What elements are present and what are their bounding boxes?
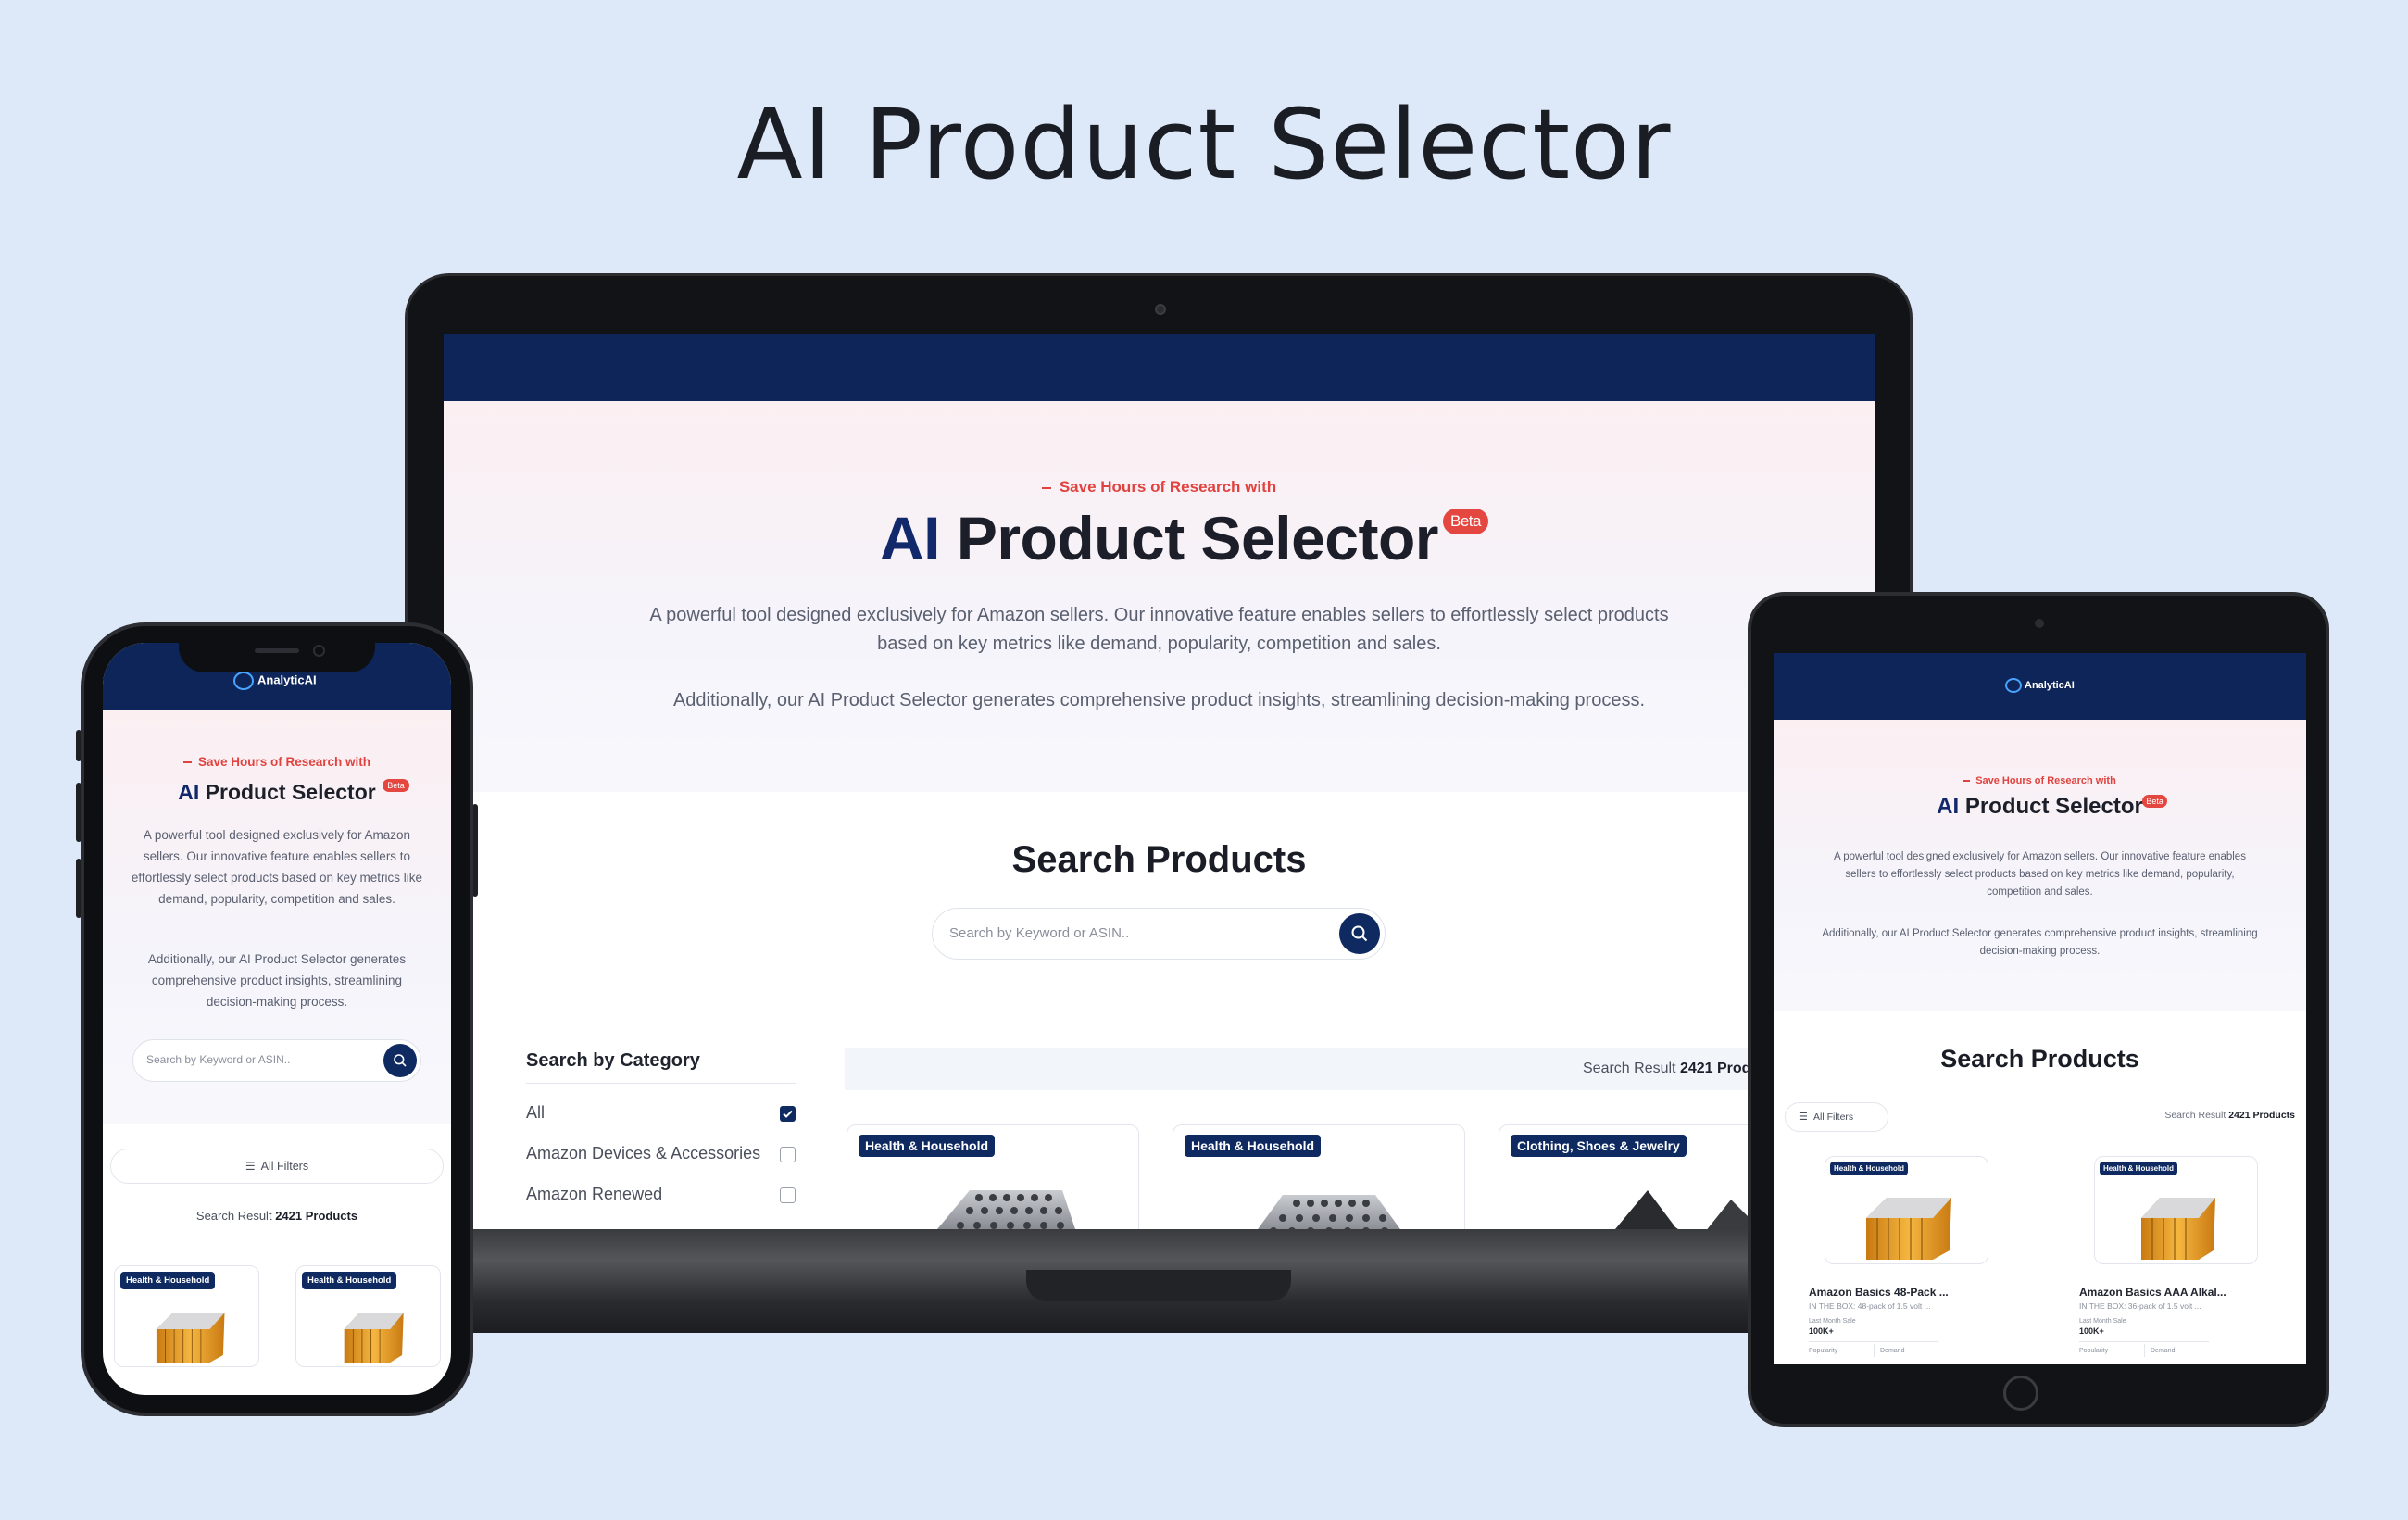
results-count: Search Result 2421 Products — [195, 1209, 358, 1223]
phone-screen: AnalyticAI Save Hours of Research with A… — [103, 643, 451, 1395]
navbar — [444, 334, 1875, 401]
product-card[interactable]: Health & Household — [1825, 1156, 1988, 1264]
search-input[interactable]: Search by Keyword or ASIN.. — [932, 908, 1386, 960]
hero-title: AI Product Selector Beta — [178, 779, 409, 805]
hero-tagline: Save Hours of Research with — [1774, 775, 2306, 786]
hero-section: Save Hours of Research with AI Product S… — [444, 401, 1875, 792]
divider — [1809, 1341, 1938, 1342]
hero-description: A powerful tool designed exclusively for… — [649, 605, 1669, 654]
brand-logo[interactable]: AnalyticAI — [233, 672, 317, 690]
metric-col2: Demand — [2151, 1348, 2176, 1354]
product-image — [1218, 1162, 1422, 1229]
category-badge: Health & Household — [120, 1272, 216, 1289]
brain-icon — [2005, 678, 2022, 693]
divider — [1874, 1344, 1875, 1357]
search-heading: Search Products — [1011, 839, 1307, 880]
brain-icon — [233, 672, 254, 690]
beta-badge: Beta — [383, 779, 409, 792]
product-image — [2128, 1181, 2226, 1260]
navbar: AnalyticAI — [1774, 653, 2306, 720]
hero-title: AI Product Selector Beta — [1937, 794, 2167, 820]
page-title: AI Product Selector — [736, 88, 1672, 201]
metric-col2: Demand — [1880, 1348, 1905, 1354]
category-item-amazon-devices[interactable]: Amazon Devices & Accessories — [526, 1144, 796, 1168]
search-heading: Search Products — [1940, 1045, 2139, 1073]
hero-tagline: Save Hours of Research with — [444, 478, 1875, 496]
tablet-camera — [2035, 619, 2044, 628]
hero-description-2: Additionally, our AI Product Selector ge… — [672, 690, 1646, 710]
metric-value: 100K+ — [2079, 1326, 2104, 1336]
category-item-all[interactable]: All — [526, 1103, 796, 1127]
category-badge: Health & Household — [2100, 1162, 2178, 1175]
category-heading: Search by Category — [526, 1050, 700, 1071]
hero-description-2: Additionally, our AI Product Selector ge… — [1822, 928, 2258, 957]
hero-description-2: Additionally, our AI Product Selector ge… — [147, 952, 407, 1009]
metric-value: 100K+ — [1809, 1326, 1834, 1336]
brand-logo[interactable]: AnalyticAI — [2005, 678, 2075, 693]
metric-label: Last Month Sale — [2079, 1318, 2126, 1325]
phone-camera — [313, 645, 325, 657]
category-badge: Clothing, Shoes & Jewelry — [1511, 1135, 1687, 1157]
category-badge: Health & Household — [1185, 1135, 1322, 1157]
tablet-home-button[interactable] — [2003, 1376, 2038, 1411]
category-badge: Health & Household — [1830, 1162, 1909, 1175]
category-badge: Health & Household — [302, 1272, 397, 1289]
all-filters-button[interactable]: ☰ All Filters — [1785, 1102, 1888, 1132]
results-bar: Search Result 2421 Produ — [845, 1048, 1875, 1090]
search-placeholder: Search by Keyword or ASIN.. — [949, 925, 1130, 941]
search-icon — [394, 1054, 407, 1067]
laptop-screen: Save Hours of Research with AI Product S… — [444, 334, 1875, 1229]
checkbox[interactable] — [780, 1147, 796, 1162]
divider — [2144, 1344, 2145, 1357]
results-count: Search Result 2421 Products — [2164, 1110, 2295, 1121]
beta-badge: Beta — [1443, 509, 1488, 534]
beta-badge: Beta — [2142, 795, 2167, 808]
divider — [526, 1083, 796, 1084]
product-description: IN THE BOX: 36-pack of 1.5 volt ... — [2079, 1301, 2201, 1311]
hero-title: AI Product Selector Beta — [880, 503, 1488, 573]
phone-speaker — [255, 648, 299, 653]
phone-notch — [179, 635, 375, 672]
product-image — [1859, 1181, 1956, 1260]
product-description: IN THE BOX: 48-pack of 1.5 volt ... — [1809, 1301, 1931, 1311]
product-card[interactable]: Health & Household — [1173, 1124, 1465, 1229]
hero-tagline: Save Hours of Research with — [103, 755, 451, 769]
product-card[interactable]: Health & Household — [847, 1124, 1139, 1229]
laptop-trackpad-notch — [1026, 1270, 1291, 1301]
product-card[interactable]: Health & Household — [2094, 1156, 2258, 1264]
filter-icon: ☰ — [245, 1160, 256, 1173]
laptop-camera — [1155, 304, 1166, 315]
metric-col1: Popularity — [2079, 1348, 2109, 1354]
category-item-amazon-renewed[interactable]: Amazon Renewed — [526, 1185, 796, 1209]
filter-icon: ☰ — [1799, 1112, 1808, 1123]
checkbox[interactable] — [780, 1187, 796, 1203]
search-placeholder: Search by Keyword or ASIN.. — [146, 1053, 291, 1066]
search-button[interactable] — [383, 1044, 417, 1077]
metric-label: Last Month Sale — [1809, 1318, 1856, 1325]
product-card[interactable]: Health & Household — [114, 1265, 259, 1367]
category-badge: Health & Household — [859, 1135, 996, 1157]
checkbox-checked[interactable] — [780, 1106, 796, 1122]
product-image — [150, 1300, 229, 1363]
results-count: Search Result 2421 Produ — [1583, 1061, 1761, 1076]
metric-col1: Popularity — [1809, 1348, 1838, 1354]
product-image — [333, 1300, 412, 1363]
hero-description: A powerful tool designed exclusively for… — [1834, 851, 2246, 898]
hero-section: Save Hours of Research with AI Product S… — [103, 710, 451, 1124]
search-button[interactable] — [1339, 913, 1380, 954]
tablet-screen: AnalyticAI Save Hours of Research with A… — [1774, 653, 2306, 1364]
hero-section: Save Hours of Research with AI Product S… — [1774, 720, 2306, 1011]
search-icon — [1351, 925, 1368, 942]
search-input[interactable]: Search by Keyword or ASIN.. — [132, 1039, 421, 1082]
product-image — [896, 1162, 1090, 1229]
product-name[interactable]: Amazon Basics AAA Alkal... — [2079, 1286, 2226, 1299]
all-filters-button[interactable]: ☰ All Filters — [110, 1149, 444, 1184]
product-card[interactable]: Health & Household — [295, 1265, 441, 1367]
product-name[interactable]: Amazon Basics 48-Pack ... — [1809, 1286, 1949, 1299]
hero-description: A powerful tool designed exclusively for… — [131, 828, 423, 906]
divider — [2079, 1341, 2209, 1342]
